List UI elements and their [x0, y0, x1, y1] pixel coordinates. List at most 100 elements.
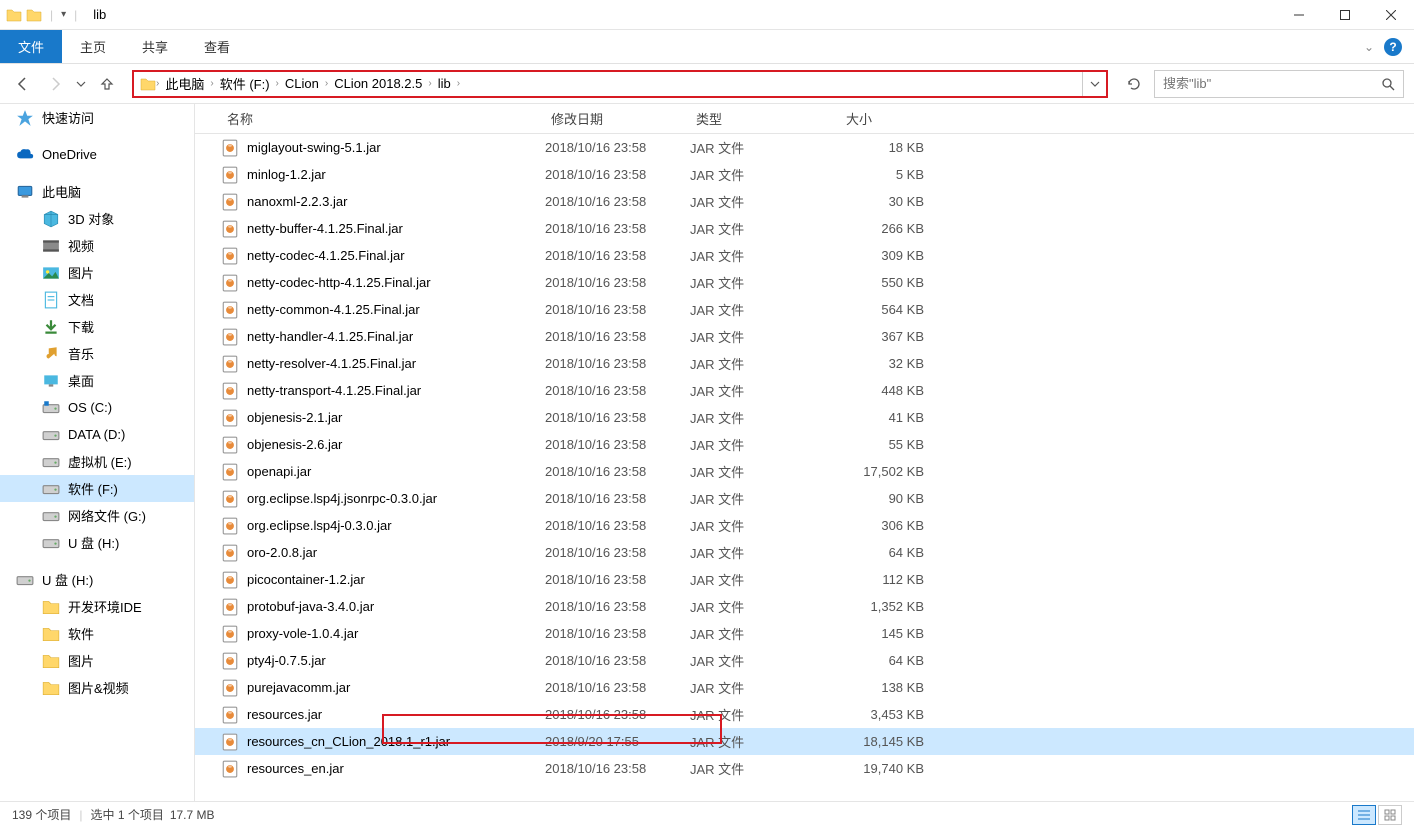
- recent-dropdown[interactable]: [74, 71, 88, 97]
- folder-open-icon[interactable]: [26, 7, 42, 23]
- file-row[interactable]: netty-codec-4.1.25.Final.jar2018/10/16 2…: [195, 242, 1414, 269]
- column-size[interactable]: 大小: [840, 109, 930, 128]
- file-row[interactable]: netty-resolver-4.1.25.Final.jar2018/10/1…: [195, 350, 1414, 377]
- view-tab[interactable]: 查看: [186, 30, 248, 63]
- column-name[interactable]: 名称: [221, 109, 545, 128]
- breadcrumb-segment[interactable]: CLion: [279, 72, 325, 96]
- search-box[interactable]: [1154, 70, 1404, 98]
- file-row[interactable]: resources_cn_CLion_2018.1_r1.jar2018/9/2…: [195, 728, 1414, 755]
- sidebar-item[interactable]: 软件 (F:): [0, 475, 194, 502]
- sidebar-item[interactable]: 下载: [0, 313, 194, 340]
- close-button[interactable]: [1368, 0, 1414, 30]
- jar-icon: [221, 490, 239, 508]
- file-row[interactable]: netty-common-4.1.25.Final.jar2018/10/16 …: [195, 296, 1414, 323]
- back-button[interactable]: [10, 71, 36, 97]
- breadcrumb-icon[interactable]: [140, 76, 156, 92]
- sidebar-item[interactable]: 图片: [0, 647, 194, 674]
- jar-icon: [221, 571, 239, 589]
- file-row[interactable]: objenesis-2.1.jar2018/10/16 23:58JAR 文件4…: [195, 404, 1414, 431]
- sidebar-item[interactable]: 图片&视频: [0, 674, 194, 701]
- sidebar-item[interactable]: OS (C:): [0, 394, 194, 421]
- file-row[interactable]: netty-transport-4.1.25.Final.jar2018/10/…: [195, 377, 1414, 404]
- file-type: JAR 文件: [690, 732, 840, 751]
- address-dropdown[interactable]: [1082, 72, 1106, 96]
- sidebar-quick-access[interactable]: 快速访问: [0, 104, 194, 131]
- sidebar-item[interactable]: 网络文件 (G:): [0, 502, 194, 529]
- sidebar-item[interactable]: 3D 对象: [0, 205, 194, 232]
- nav-icon: [42, 480, 60, 498]
- file-size: 18 KB: [840, 140, 930, 155]
- file-row[interactable]: oro-2.0.8.jar2018/10/16 23:58JAR 文件64 KB: [195, 539, 1414, 566]
- file-row[interactable]: purejavacomm.jar2018/10/16 23:58JAR 文件13…: [195, 674, 1414, 701]
- file-date: 2018/10/16 23:58: [545, 491, 690, 506]
- details-view-button[interactable]: [1352, 805, 1376, 825]
- sidebar-item[interactable]: 图片: [0, 259, 194, 286]
- column-type[interactable]: 类型: [690, 109, 840, 128]
- file-row[interactable]: openapi.jar2018/10/16 23:58JAR 文件17,502 …: [195, 458, 1414, 485]
- file-row[interactable]: proxy-vole-1.0.4.jar2018/10/16 23:58JAR …: [195, 620, 1414, 647]
- file-type: JAR 文件: [690, 759, 840, 778]
- file-row[interactable]: netty-handler-4.1.25.Final.jar2018/10/16…: [195, 323, 1414, 350]
- breadcrumb-segment[interactable]: lib: [432, 72, 457, 96]
- file-tab[interactable]: 文件: [0, 30, 62, 63]
- breadcrumb-sep[interactable]: ›: [457, 78, 460, 89]
- file-name: oro-2.0.8.jar: [247, 545, 317, 560]
- file-row[interactable]: org.eclipse.lsp4j-0.3.0.jar2018/10/16 23…: [195, 512, 1414, 539]
- file-type: JAR 文件: [690, 300, 840, 319]
- sidebar-item[interactable]: 文档: [0, 286, 194, 313]
- home-tab[interactable]: 主页: [62, 30, 124, 63]
- sidebar-item-label: U 盘 (H:): [42, 570, 93, 589]
- minimize-button[interactable]: [1276, 0, 1322, 30]
- sidebar-item[interactable]: 音乐: [0, 340, 194, 367]
- file-row[interactable]: miglayout-swing-5.1.jar2018/10/16 23:58J…: [195, 134, 1414, 161]
- sidebar-item[interactable]: 虚拟机 (E:): [0, 448, 194, 475]
- file-row[interactable]: minlog-1.2.jar2018/10/16 23:58JAR 文件5 KB: [195, 161, 1414, 188]
- share-tab[interactable]: 共享: [124, 30, 186, 63]
- file-row[interactable]: netty-codec-http-4.1.25.Final.jar2018/10…: [195, 269, 1414, 296]
- file-row[interactable]: resources_en.jar2018/10/16 23:58JAR 文件19…: [195, 755, 1414, 782]
- thumbnails-view-button[interactable]: [1378, 805, 1402, 825]
- sidebar-item[interactable]: DATA (D:): [0, 421, 194, 448]
- sidebar-item[interactable]: 桌面: [0, 367, 194, 394]
- sidebar-onedrive[interactable]: OneDrive: [0, 141, 194, 168]
- sidebar-item[interactable]: 开发环境IDE: [0, 593, 194, 620]
- navigation-pane[interactable]: 快速访问 OneDrive 此电脑 3D 对象视频图片文档下载音乐桌面OS (C…: [0, 104, 195, 801]
- file-date: 2018/10/16 23:58: [545, 194, 690, 209]
- file-row[interactable]: nanoxml-2.2.3.jar2018/10/16 23:58JAR 文件3…: [195, 188, 1414, 215]
- file-row[interactable]: picocontainer-1.2.jar2018/10/16 23:58JAR…: [195, 566, 1414, 593]
- file-size: 19,740 KB: [840, 761, 930, 776]
- file-list[interactable]: miglayout-swing-5.1.jar2018/10/16 23:58J…: [195, 134, 1414, 801]
- sidebar-item[interactable]: 视频: [0, 232, 194, 259]
- sidebar-item-label: 3D 对象: [68, 209, 114, 228]
- file-name: proxy-vole-1.0.4.jar: [247, 626, 358, 641]
- search-input[interactable]: [1163, 76, 1381, 91]
- sidebar-item[interactable]: U 盘 (H:): [0, 529, 194, 556]
- forward-button[interactable]: [42, 71, 68, 97]
- file-row[interactable]: resources.jar2018/10/16 23:58JAR 文件3,453…: [195, 701, 1414, 728]
- qat-separator: |: [50, 8, 53, 22]
- file-row[interactable]: protobuf-java-3.4.0.jar2018/10/16 23:58J…: [195, 593, 1414, 620]
- file-row[interactable]: netty-buffer-4.1.25.Final.jar2018/10/16 …: [195, 215, 1414, 242]
- breadcrumb-segment[interactable]: CLion 2018.2.5: [328, 72, 428, 96]
- search-icon[interactable]: [1381, 77, 1395, 91]
- breadcrumb-segment[interactable]: 软件 (F:): [214, 72, 276, 96]
- column-date[interactable]: 修改日期: [545, 109, 690, 128]
- ribbon-expand-icon[interactable]: ⌄: [1364, 40, 1374, 54]
- jar-icon: [221, 463, 239, 481]
- jar-icon: [221, 328, 239, 346]
- refresh-button[interactable]: [1120, 70, 1148, 98]
- sidebar-item-label: U 盘 (H:): [68, 533, 119, 552]
- up-button[interactable]: [94, 71, 120, 97]
- maximize-button[interactable]: [1322, 0, 1368, 30]
- help-icon[interactable]: ?: [1384, 38, 1402, 56]
- address-bar[interactable]: ›此电脑›软件 (F:)›CLion›CLion 2018.2.5›lib›: [132, 70, 1108, 98]
- breadcrumb-segment[interactable]: 此电脑: [159, 72, 210, 96]
- file-type: JAR 文件: [690, 408, 840, 427]
- file-row[interactable]: objenesis-2.6.jar2018/10/16 23:58JAR 文件5…: [195, 431, 1414, 458]
- qat-dropdown[interactable]: ▾: [61, 9, 66, 20]
- file-row[interactable]: pty4j-0.7.5.jar2018/10/16 23:58JAR 文件64 …: [195, 647, 1414, 674]
- sidebar-this-pc[interactable]: 此电脑: [0, 178, 194, 205]
- sidebar-item[interactable]: 软件: [0, 620, 194, 647]
- file-row[interactable]: org.eclipse.lsp4j.jsonrpc-0.3.0.jar2018/…: [195, 485, 1414, 512]
- sidebar-usb[interactable]: U 盘 (H:): [0, 566, 194, 593]
